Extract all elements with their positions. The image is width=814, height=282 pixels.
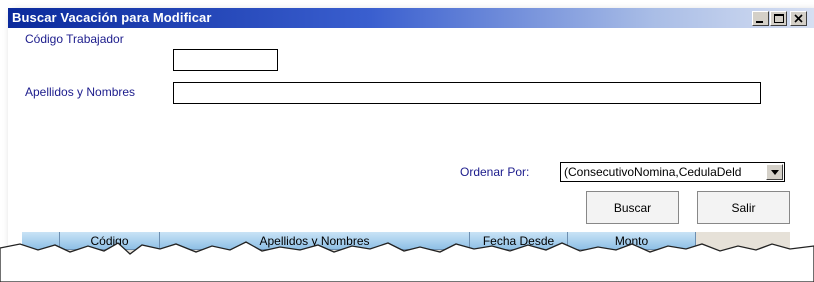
codigo-trabajador-label: Código Trabajador	[25, 32, 124, 46]
chevron-down-icon	[770, 169, 779, 175]
buscar-button[interactable]: Buscar	[586, 191, 679, 224]
minimize-button[interactable]	[752, 11, 769, 26]
title-bar[interactable]: Buscar Vacación para Modificar	[8, 8, 814, 28]
dropdown-arrow-button[interactable]	[766, 164, 783, 180]
close-icon	[794, 14, 803, 23]
ordenar-por-value: (ConsecutivoNomina,CedulaDeld	[564, 165, 742, 179]
window-title: Buscar Vacación para Modificar	[12, 10, 212, 25]
minimize-icon	[756, 21, 763, 23]
codigo-trabajador-input[interactable]	[173, 49, 278, 71]
vacation-search-window: Buscar Vacación para Modificar Código Tr…	[8, 8, 814, 270]
apellidos-nombres-label: Apellidos y Nombres	[25, 85, 136, 99]
torn-edge-decoration	[0, 241, 814, 282]
apellidos-nombres-input[interactable]	[173, 82, 761, 104]
ordenar-por-label: Ordenar Por:	[460, 165, 530, 179]
maximize-button[interactable]	[770, 11, 787, 26]
salir-button[interactable]: Salir	[697, 191, 790, 224]
maximize-icon	[773, 14, 784, 23]
close-button[interactable]	[790, 11, 807, 26]
ordenar-por-select[interactable]: (ConsecutivoNomina,CedulaDeld	[560, 162, 785, 182]
